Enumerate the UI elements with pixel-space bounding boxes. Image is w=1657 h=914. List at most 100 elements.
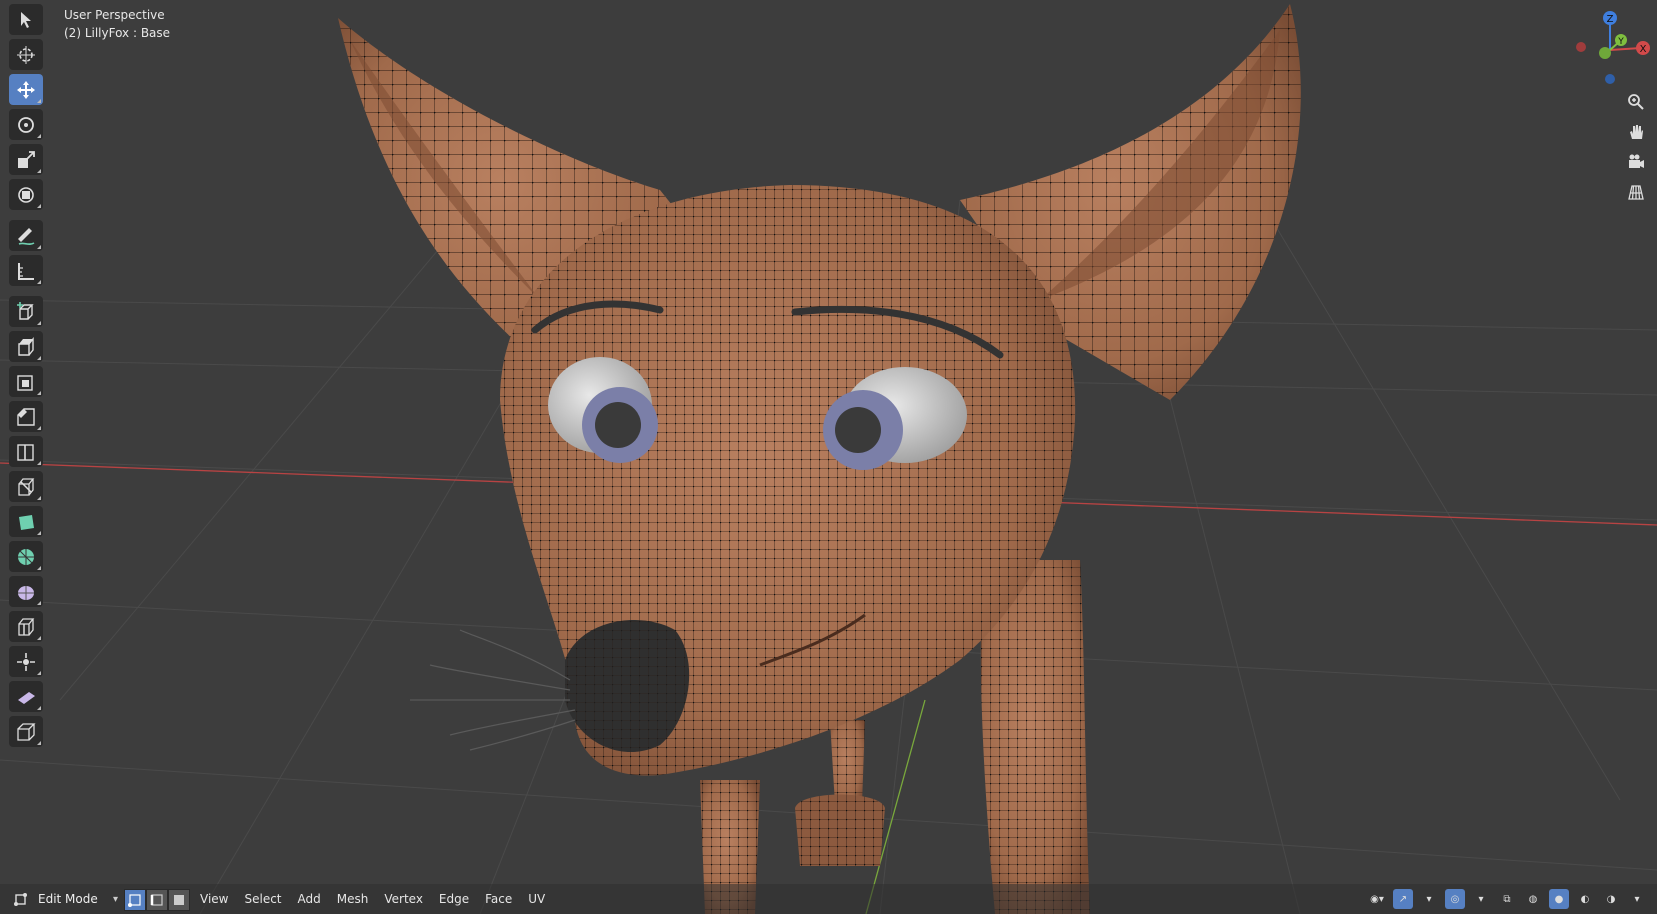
tool-options-corner (37, 280, 41, 284)
fox-mesh[interactable] (338, 4, 1301, 914)
scale-tool-button[interactable] (9, 144, 43, 175)
whiskers (410, 629, 576, 751)
tool-options-corner (37, 741, 41, 745)
tool-options-corner (37, 671, 41, 675)
3d-viewport[interactable] (0, 0, 1657, 914)
chevron-down-icon[interactable]: ▾ (1471, 889, 1491, 909)
tool-options-corner (37, 566, 41, 570)
knife-tool-icon (18, 477, 35, 496)
tool-options-corner (37, 636, 41, 640)
inset-faces-tool-button[interactable] (9, 366, 43, 397)
tool-options-corner (37, 391, 41, 395)
menu-vertex[interactable]: Vertex (376, 890, 431, 908)
smooth-tool-icon (18, 585, 34, 600)
gizmo-toggle-icon[interactable]: ↗ (1393, 889, 1413, 909)
object-info: (2) LillyFox : Base (64, 26, 171, 40)
spin-tool-button[interactable] (9, 541, 43, 572)
select-box-tool-icon (21, 11, 31, 28)
gizmo-z-label: Z (1607, 14, 1614, 25)
chevron-down-icon[interactable]: ▾ (1419, 889, 1439, 909)
tool-options-corner (37, 461, 41, 465)
loop-cut-tool-button[interactable] (9, 436, 43, 467)
bevel-tool-button[interactable] (9, 401, 43, 432)
bevel-tool-icon (17, 407, 35, 426)
cursor-tool-button[interactable] (9, 39, 43, 70)
tool-options-corner (37, 321, 41, 325)
solid-shading-icon[interactable]: ● (1549, 889, 1569, 909)
tool-shelf (9, 4, 47, 751)
select-box-tool-button[interactable] (9, 4, 43, 35)
camera-view-icon[interactable] (1622, 148, 1650, 176)
rip-region-tool-button[interactable] (9, 716, 43, 747)
scale-tool-icon (18, 150, 35, 168)
tool-options-corner (37, 426, 41, 430)
menu-select[interactable]: Select (236, 890, 289, 908)
vertex-select-button[interactable] (124, 889, 146, 911)
chevron-down-icon[interactable]: ▾ (1627, 889, 1647, 909)
edge-slide-tool-icon (18, 617, 35, 636)
chevron-down-icon: ▾ (112, 893, 118, 905)
edge-select-button[interactable] (146, 889, 168, 911)
edit-mode-icon (14, 893, 27, 906)
edge-slide-tool-button[interactable] (9, 611, 43, 642)
navigation-gizmo[interactable]: Z X Y (1565, 8, 1651, 90)
annotate-tool-icon (18, 227, 35, 245)
measure-tool-button[interactable] (9, 255, 43, 286)
perspective-grid-icon[interactable] (1622, 178, 1650, 206)
xray-toggle-icon[interactable]: ⧉ (1497, 889, 1517, 909)
gizmo-neg-z[interactable] (1605, 74, 1615, 84)
tool-options-corner (37, 245, 41, 249)
move-tool-button[interactable] (9, 74, 43, 105)
zoom-icon[interactable] (1622, 88, 1650, 116)
rotate-tool-button[interactable] (9, 109, 43, 140)
shrink-fatten-tool-icon (17, 652, 35, 671)
tool-options-corner (37, 134, 41, 138)
menu-face[interactable]: Face (477, 890, 520, 908)
annotate-tool-button[interactable] (9, 220, 43, 251)
shrink-fatten-tool-button[interactable] (9, 646, 43, 677)
transform-tool-icon (18, 186, 34, 203)
extrude-region-tool-button[interactable] (9, 331, 43, 362)
poly-build-tool-icon (19, 514, 34, 530)
mode-label: Edit Mode (38, 892, 98, 906)
cursor-tool-icon (17, 45, 35, 64)
move-tool-icon (17, 80, 35, 99)
transform-tool-button[interactable] (9, 179, 43, 210)
rendered-shading-icon[interactable]: ◑ (1601, 889, 1621, 909)
face-select-button[interactable] (168, 889, 190, 911)
viewport-info: User Perspective (2) LillyFox : Base (64, 6, 170, 42)
tool-options-corner (37, 706, 41, 710)
menu-view[interactable]: View (192, 890, 236, 908)
viewport-shading-controls: ◉▾ ↗ ▾ ◎ ▾ ⧉ ◍ ● ◐ ◑ ▾ (1367, 889, 1647, 909)
poly-build-tool-button[interactable] (9, 506, 43, 537)
menu-add[interactable]: Add (290, 890, 329, 908)
viewport-scene[interactable] (0, 0, 1657, 914)
gizmo-y-label: Y (1617, 37, 1624, 47)
tool-options-corner (37, 496, 41, 500)
tool-options-corner (37, 601, 41, 605)
material-shading-icon[interactable]: ◐ (1575, 889, 1595, 909)
rip-region-tool-icon (17, 722, 36, 741)
gizmo-neg-x[interactable] (1576, 42, 1586, 52)
spin-tool-icon (18, 548, 34, 565)
add-cube-tool-button[interactable] (9, 296, 43, 327)
select-mode-group (124, 889, 190, 911)
gizmo-neg-y[interactable] (1599, 47, 1611, 59)
pan-hand-icon[interactable] (1622, 118, 1650, 146)
smooth-tool-button[interactable] (9, 576, 43, 607)
overlays-icon[interactable]: ◎ (1445, 889, 1465, 909)
loop-cut-tool-icon (17, 443, 34, 461)
shear-tool-button[interactable] (9, 681, 43, 712)
visibility-eye-icon[interactable]: ◉▾ (1367, 889, 1387, 909)
rotate-tool-icon (18, 116, 34, 133)
menu-edge[interactable]: Edge (431, 890, 477, 908)
extrude-region-tool-icon (18, 336, 34, 356)
menu-mesh[interactable]: Mesh (329, 890, 377, 908)
viewport-header: Edit Mode ▾ View Select Add Mesh Vertex Edge F… (0, 884, 1657, 914)
knife-tool-button[interactable] (9, 471, 43, 502)
gizmo-x-label: X (1640, 44, 1647, 55)
measure-tool-icon (18, 262, 34, 280)
mode-selector[interactable]: Edit Mode ▾ (14, 888, 118, 910)
menu-uv[interactable]: UV (520, 890, 553, 908)
wireframe-shading-icon[interactable]: ◍ (1523, 889, 1543, 909)
